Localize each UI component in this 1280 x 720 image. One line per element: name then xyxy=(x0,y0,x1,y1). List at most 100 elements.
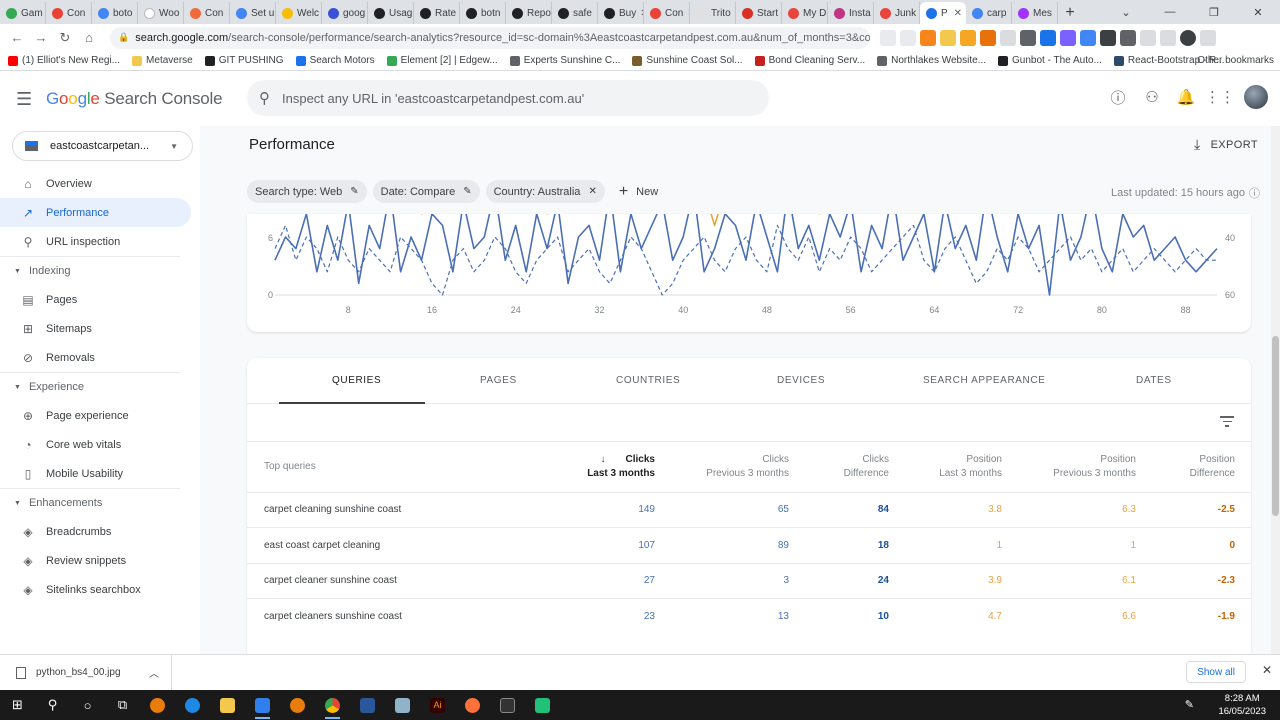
browser-tab[interactable]: Con✕ xyxy=(46,2,92,24)
browser-tab[interactable]: goog✕ xyxy=(322,2,368,24)
account-avatar[interactable] xyxy=(1244,85,1268,109)
sidebar-section-indexing[interactable]: ▼ Indexing xyxy=(0,256,180,285)
browser-menu-icon[interactable] xyxy=(1200,29,1216,46)
browser-tab[interactable]: Mes✕ xyxy=(1012,2,1058,24)
extension-icon[interactable] xyxy=(980,29,996,46)
sidebar-section-enhancements[interactable]: ▼ Enhancements xyxy=(0,488,180,517)
browser-tab[interactable]: Buy✕ xyxy=(598,2,644,24)
help-icon[interactable]: ⓘ xyxy=(1108,87,1128,107)
col-clicks-diff[interactable]: Clicks Difference xyxy=(805,442,905,492)
apps-grid-icon[interactable]: ⋮⋮ xyxy=(1205,87,1235,107)
tab-dates[interactable]: DATES xyxy=(1136,375,1172,386)
side-panel-icon[interactable] xyxy=(1160,29,1176,46)
sidebar-item-pages[interactable]: ▤ Pages xyxy=(0,285,191,314)
file-explorer-icon[interactable] xyxy=(210,690,245,720)
col-position-diff[interactable]: Position Difference xyxy=(1152,442,1251,492)
notifications-icon[interactable]: 🔔 xyxy=(1176,87,1196,107)
bookmark-item[interactable]: (1) Elliot's New Regi... xyxy=(8,55,120,66)
filter-chip[interactable]: Search type: Web ✎ xyxy=(247,180,367,203)
bookmark-star-icon[interactable] xyxy=(900,29,916,46)
browser-tab[interactable]: Set u✕ xyxy=(230,2,276,24)
windows-start-icon[interactable]: ⊞ xyxy=(0,690,35,720)
col-position-prev[interactable]: Position Previous 3 months xyxy=(1018,442,1152,492)
extension-icon[interactable] xyxy=(1020,29,1036,46)
firefox-icon[interactable] xyxy=(455,690,490,720)
extension-icon[interactable] xyxy=(1000,29,1016,46)
bookmark-item[interactable]: Experts Sunshine C... xyxy=(509,55,620,66)
app-icon[interactable] xyxy=(175,690,210,720)
sidebar-item-breadcrumbs[interactable]: ◈ Breadcrumbs xyxy=(0,517,191,546)
bookmark-item[interactable]: Gunbot - The Auto... xyxy=(998,55,1102,66)
maximize-button[interactable]: ❐ xyxy=(1192,0,1236,24)
tab-close-icon[interactable]: ✕ xyxy=(954,8,962,19)
word-icon[interactable] xyxy=(350,690,385,720)
help-icon[interactable]: ⓘ xyxy=(1249,185,1260,201)
browser-tab[interactable]: Start✕ xyxy=(736,2,782,24)
chevron-up-icon[interactable]: ︿ xyxy=(149,665,159,680)
extension-icon[interactable] xyxy=(1080,29,1096,46)
close-window-button[interactable]: ✕ xyxy=(1236,0,1280,24)
tab-search-appearance[interactable]: SEARCH APPEARANCE xyxy=(923,375,1045,386)
add-filter-button[interactable]: + New xyxy=(619,183,658,201)
browser-tab[interactable]: Rate✕ xyxy=(414,2,460,24)
browser-tab[interactable]: Con✕ xyxy=(184,2,230,24)
bookmark-item[interactable]: Metaverse xyxy=(132,55,193,66)
sidebar-section-experience[interactable]: ▼ Experience xyxy=(0,372,180,401)
table-row[interactable]: carpet cleaning sunshine coast 149 65 84 3.8… xyxy=(247,491,1251,528)
search-icon[interactable]: ⚲ xyxy=(35,690,70,720)
extension-icon[interactable] xyxy=(1060,29,1076,46)
browser-tab[interactable]: Repo✕ xyxy=(506,2,552,24)
bookmark-item[interactable]: Search Motors xyxy=(295,55,375,66)
table-row[interactable]: carpet cleaners sunshine coast 23 13 10 4.7 6… xyxy=(247,598,1251,634)
illustrator-icon[interactable]: Ai xyxy=(420,690,455,720)
blender-icon[interactable] xyxy=(140,690,175,720)
forward-icon[interactable]: → xyxy=(30,27,52,49)
table-row[interactable]: carpet cleaner sunshine coast 27 3 24 3.9 6.1… xyxy=(247,562,1251,599)
browser-tab[interactable]: Welc✕ xyxy=(276,2,322,24)
sidebar-item-sitemaps[interactable]: ⊞ Sitemaps xyxy=(0,314,191,343)
vscode-icon[interactable] xyxy=(245,690,280,720)
show-all-downloads-button[interactable]: Show all xyxy=(1186,661,1246,683)
browser-tab[interactable]: carp✕ xyxy=(966,2,1012,24)
extension-icon[interactable] xyxy=(940,29,956,46)
page-scrollbar[interactable] xyxy=(1271,126,1280,654)
col-clicks-prev[interactable]: Clicks Previous 3 months xyxy=(671,442,805,492)
tab-countries[interactable]: COUNTRIES xyxy=(616,375,680,386)
extensions-puzzle-icon[interactable] xyxy=(1120,29,1136,46)
url-inspect-input[interactable]: Inspect any URL in 'eastcoastcarpetandpe… xyxy=(282,91,584,106)
reload-icon[interactable]: ↻ xyxy=(54,27,76,49)
bookmark-item[interactable]: Bond Cleaning Serv... xyxy=(754,55,865,66)
url-inspect-search[interactable]: ⚲ Inspect any URL in 'eastcoastcarpetand… xyxy=(247,80,769,116)
metamask-icon[interactable] xyxy=(920,29,936,46)
notes-icon[interactable] xyxy=(385,690,420,720)
new-tab-button[interactable]: + xyxy=(1058,2,1082,24)
sidebar-item-mobile-usability[interactable]: ▯ Mobile Usability xyxy=(0,459,191,488)
extension-icon[interactable] xyxy=(1040,29,1056,46)
sidebar-item-sitelinks-searchbox[interactable]: ◈ Sitelinks searchbox xyxy=(0,575,191,604)
sidebar-item-review-snippets[interactable]: ◈ Review snippets xyxy=(0,546,191,575)
filter-rows-icon[interactable] xyxy=(1220,416,1234,428)
col-position-last[interactable]: Position Last 3 months xyxy=(905,442,1018,492)
blender-icon[interactable] xyxy=(280,690,315,720)
hamburger-menu-icon[interactable]: ☰ xyxy=(16,89,40,110)
browser-tab[interactable]: Con✕ xyxy=(644,2,690,24)
col-top-queries[interactable]: Top queries xyxy=(247,442,547,492)
browser-tab[interactable]: P ✕ xyxy=(920,2,966,24)
filter-chip[interactable]: Date: Compare ✎ xyxy=(372,180,480,203)
sidebar-item-performance[interactable]: ↗ Performance xyxy=(0,198,191,227)
edit-pencil-icon[interactable]: ✎ xyxy=(350,186,358,197)
other-bookmarks[interactable]: Other bookmarks xyxy=(1193,55,1274,66)
export-button[interactable]: ⤓ EXPORT xyxy=(1194,136,1258,153)
manage-users-icon[interactable]: ⚇ xyxy=(1142,87,1162,107)
chrome-icon[interactable] xyxy=(315,690,350,720)
tab-search-icon[interactable]: ⌄ xyxy=(1104,0,1148,24)
tab-pages[interactable]: PAGES xyxy=(480,375,517,386)
sidebar-item-removals[interactable]: ⊘ Removals xyxy=(0,343,191,372)
tab-devices[interactable]: DEVICES xyxy=(777,375,825,386)
system-clock[interactable]: 8:28 AM 16/05/2023 xyxy=(1218,692,1266,718)
app-icon[interactable] xyxy=(525,690,560,720)
browser-tab[interactable]: botn✕ xyxy=(460,2,506,24)
profile-avatar-icon[interactable] xyxy=(1180,29,1196,46)
sidebar-item-page-experience[interactable]: ⊕ Page experience xyxy=(0,401,191,430)
browser-tab[interactable]: Woo✕ xyxy=(138,2,184,24)
